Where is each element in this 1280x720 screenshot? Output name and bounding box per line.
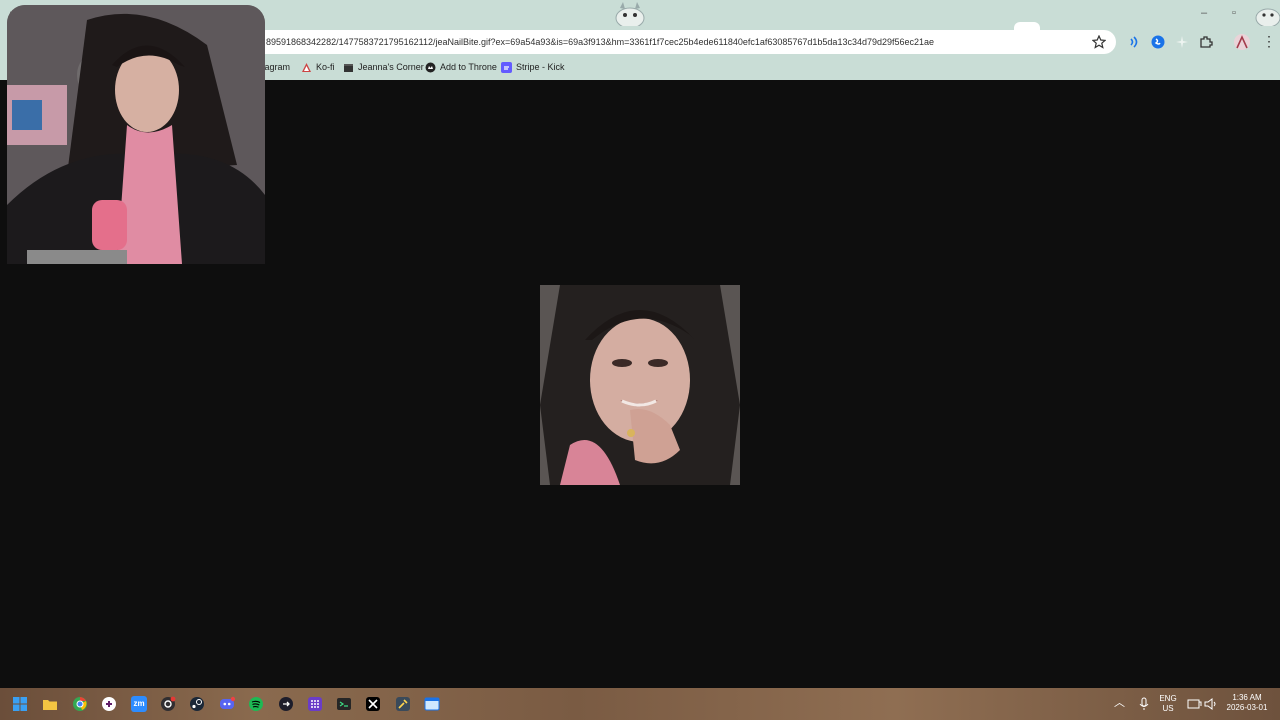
extension-star-icon[interactable] xyxy=(1174,34,1190,50)
volume-icon[interactable] xyxy=(1203,696,1219,712)
chrome-icon[interactable] xyxy=(72,696,88,712)
totoro-theme-icon xyxy=(615,2,645,26)
url-text[interactable]: 89591868342282/1477583721795162112/jeaNa… xyxy=(266,30,1086,54)
clock-date: 2026-03-01 xyxy=(1226,703,1268,712)
steam-icon[interactable] xyxy=(189,696,205,712)
profile-avatar[interactable] xyxy=(1234,34,1250,50)
webcam-image xyxy=(7,5,265,264)
bookmark-add-to-throne[interactable]: Add to Throne xyxy=(425,58,497,76)
bookmark-jeannas-corner[interactable]: Jeanna's Corner xyxy=(343,58,424,76)
capcut-icon[interactable] xyxy=(365,696,381,712)
bookmark-kofi[interactable]: Ko-fi xyxy=(301,58,335,76)
tab-notch xyxy=(1014,22,1040,30)
bookmark-label: Jeanna's Corner xyxy=(358,62,424,72)
slack-icon[interactable] xyxy=(101,696,117,712)
minimize-icon[interactable]: – xyxy=(1196,6,1212,20)
gif-image xyxy=(540,285,740,485)
box-icon xyxy=(344,63,353,72)
zoom-icon-label: zm xyxy=(133,699,145,708)
file-explorer-icon[interactable] xyxy=(42,696,58,712)
language-indicator[interactable]: ENG US xyxy=(1156,694,1180,714)
terminal-icon[interactable] xyxy=(336,696,352,712)
stripe-icon xyxy=(501,61,512,73)
spotify-icon[interactable] xyxy=(248,696,264,712)
clock-time: 1:36 AM xyxy=(1232,693,1262,702)
profile-avatar-icon xyxy=(1236,35,1248,49)
microphone-icon[interactable] xyxy=(1136,696,1152,712)
obs-icon[interactable] xyxy=(160,696,176,712)
tray-overflow-chevron-icon[interactable]: ︿ xyxy=(1114,698,1125,709)
bookmark-label: tagram xyxy=(262,62,291,72)
taskbar: zm ︿ ENG US 1:36 AM 2026-03-01 xyxy=(0,688,1280,720)
tool-icon[interactable] xyxy=(395,696,411,712)
bookmark-label: Stripe - Kick xyxy=(516,62,565,72)
bookmark-stripe-kick[interactable]: Stripe - Kick xyxy=(501,58,565,76)
language-region: US xyxy=(1162,704,1174,713)
bookmark-star-icon[interactable] xyxy=(1092,35,1106,49)
bookmark-label: Ko-fi xyxy=(316,62,335,72)
language-code: ENG xyxy=(1159,694,1177,703)
cursor-icon[interactable] xyxy=(278,696,294,712)
bookmark-instagram[interactable]: tagram xyxy=(262,58,290,76)
discord-icon[interactable] xyxy=(219,696,235,712)
system-clock[interactable]: 1:36 AM 2026-03-01 xyxy=(1222,693,1272,713)
totoro-corner-icon xyxy=(1255,8,1280,26)
zoom-icon[interactable]: zm xyxy=(131,696,147,712)
bookmark-label: Add to Throne xyxy=(440,62,497,72)
throne-icon xyxy=(425,62,436,72)
kofi-icon xyxy=(302,62,311,72)
grid-app-icon[interactable] xyxy=(307,696,323,712)
gif-image-content xyxy=(540,285,740,485)
start-icon[interactable] xyxy=(12,696,28,712)
read-aloud-icon[interactable] xyxy=(1126,34,1142,50)
restore-icon[interactable]: ▫ xyxy=(1226,6,1242,20)
browser-menu-icon[interactable]: ⋮ xyxy=(1262,34,1276,50)
webcam-overlay xyxy=(7,5,265,264)
network-icon[interactable] xyxy=(1186,696,1202,712)
address-bar[interactable]: 89591868342282/1477583721795162112/jeaNa… xyxy=(250,30,1116,54)
shazam-extension-icon[interactable] xyxy=(1150,34,1166,50)
window-app-icon[interactable] xyxy=(424,696,440,712)
extensions-puzzle-icon[interactable] xyxy=(1198,34,1214,50)
